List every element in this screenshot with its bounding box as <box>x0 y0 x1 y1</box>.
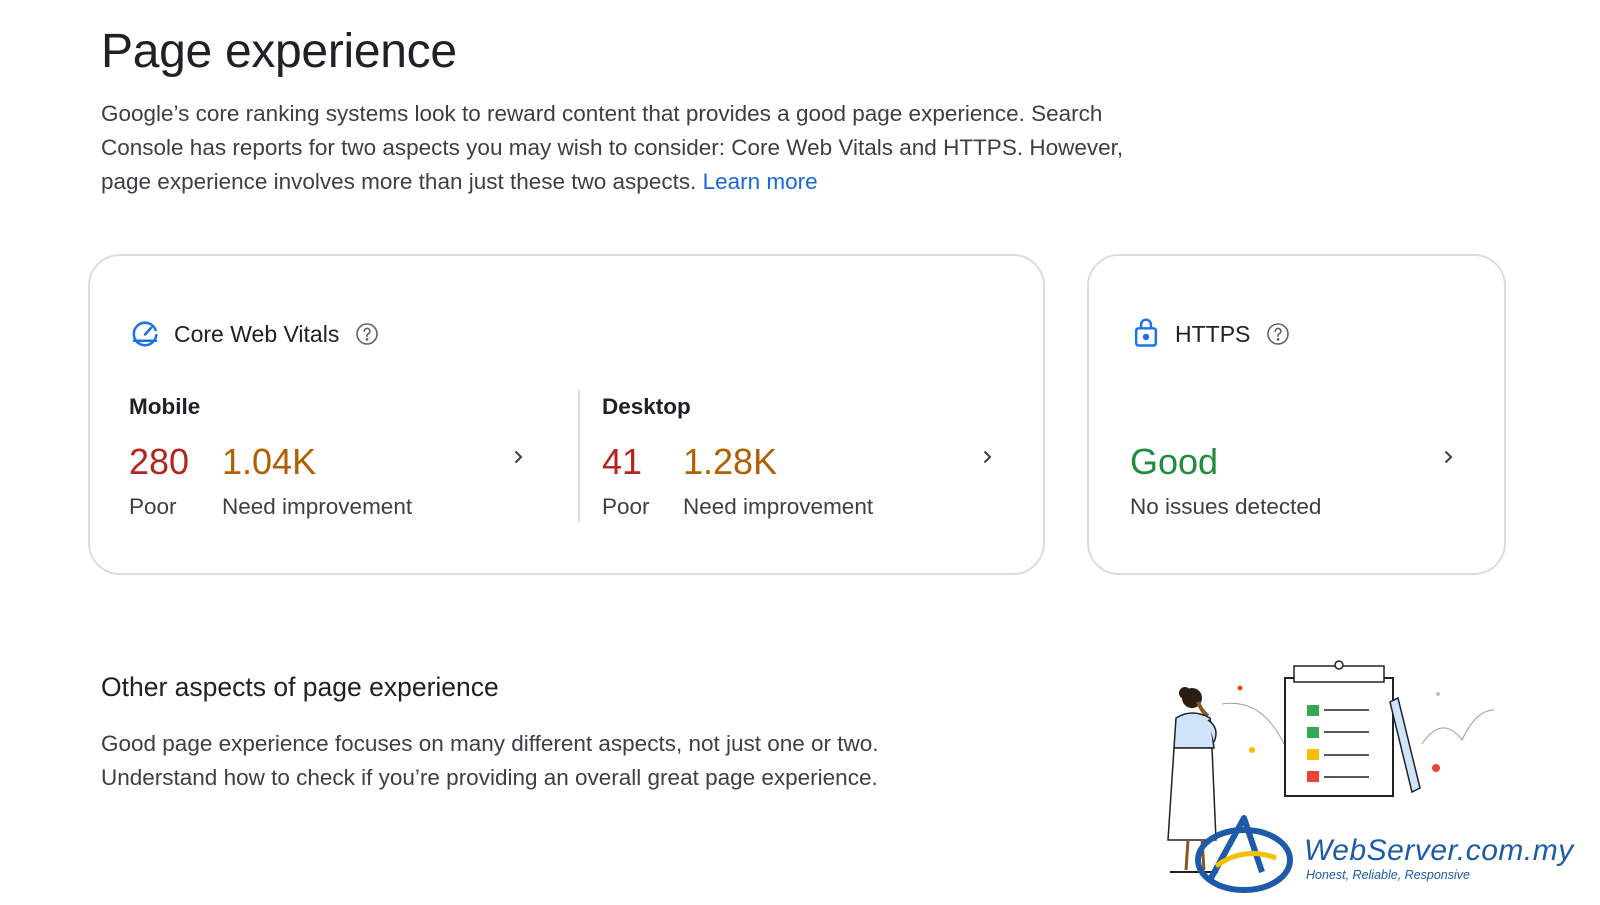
desktop-label: Desktop <box>602 394 691 419</box>
https-title: HTTPS <box>1175 320 1251 347</box>
watermark-name: WebServer.com.my <box>1304 834 1574 867</box>
desktop-report-chevron-icon[interactable] <box>973 443 1001 471</box>
webserver-logo-icon <box>1195 815 1293 893</box>
https-header: HTTPS <box>1131 314 1290 354</box>
other-aspects-text: Good page experience focuses on many dif… <box>101 731 879 790</box>
desktop-need-improvement-label: Need improvement <box>683 494 874 519</box>
https-card: HTTPS Good No issues detected <box>1087 254 1506 575</box>
desktop-poor-value: 41 <box>602 441 643 482</box>
watermark-tagline: Honest, Reliable, Responsive <box>1306 868 1470 882</box>
section-divider <box>578 390 580 522</box>
help-icon[interactable] <box>355 322 379 346</box>
help-icon[interactable] <box>1266 322 1290 346</box>
mobile-poor-label: Poor <box>129 494 177 519</box>
learn-more-link[interactable]: Learn more <box>703 169 818 194</box>
page-intro: Google’s core ranking systems look to re… <box>101 97 1141 199</box>
desktop-need-improvement-value: 1.28K <box>683 441 778 482</box>
core-web-vitals-card: Core Web Vitals Mobile 280 Poor 1.04K Ne… <box>88 254 1045 575</box>
other-aspects-title: Other aspects of page experience <box>101 672 499 702</box>
mobile-report-chevron-icon[interactable] <box>504 443 532 471</box>
watermark-logo: WebServer.com.my Honest, Reliable, Respo… <box>1192 812 1600 900</box>
intro-text: Google’s core ranking systems look to re… <box>101 101 1124 194</box>
desktop-poor-label: Poor <box>602 494 650 519</box>
core-web-vitals-header: Core Web Vitals <box>130 314 379 354</box>
https-report-chevron-icon[interactable] <box>1434 443 1462 471</box>
core-web-vitals-title: Core Web Vitals <box>174 320 340 347</box>
https-status-value: Good <box>1130 441 1219 482</box>
page-title: Page experience <box>101 25 457 78</box>
speedometer-icon <box>130 317 160 352</box>
lock-icon <box>1131 316 1161 353</box>
mobile-need-improvement-label: Need improvement <box>222 494 413 519</box>
https-status-label: No issues detected <box>1130 494 1322 519</box>
mobile-poor-value: 280 <box>129 441 190 482</box>
mobile-label: Mobile <box>129 394 201 419</box>
mobile-need-improvement-value: 1.04K <box>222 441 317 482</box>
